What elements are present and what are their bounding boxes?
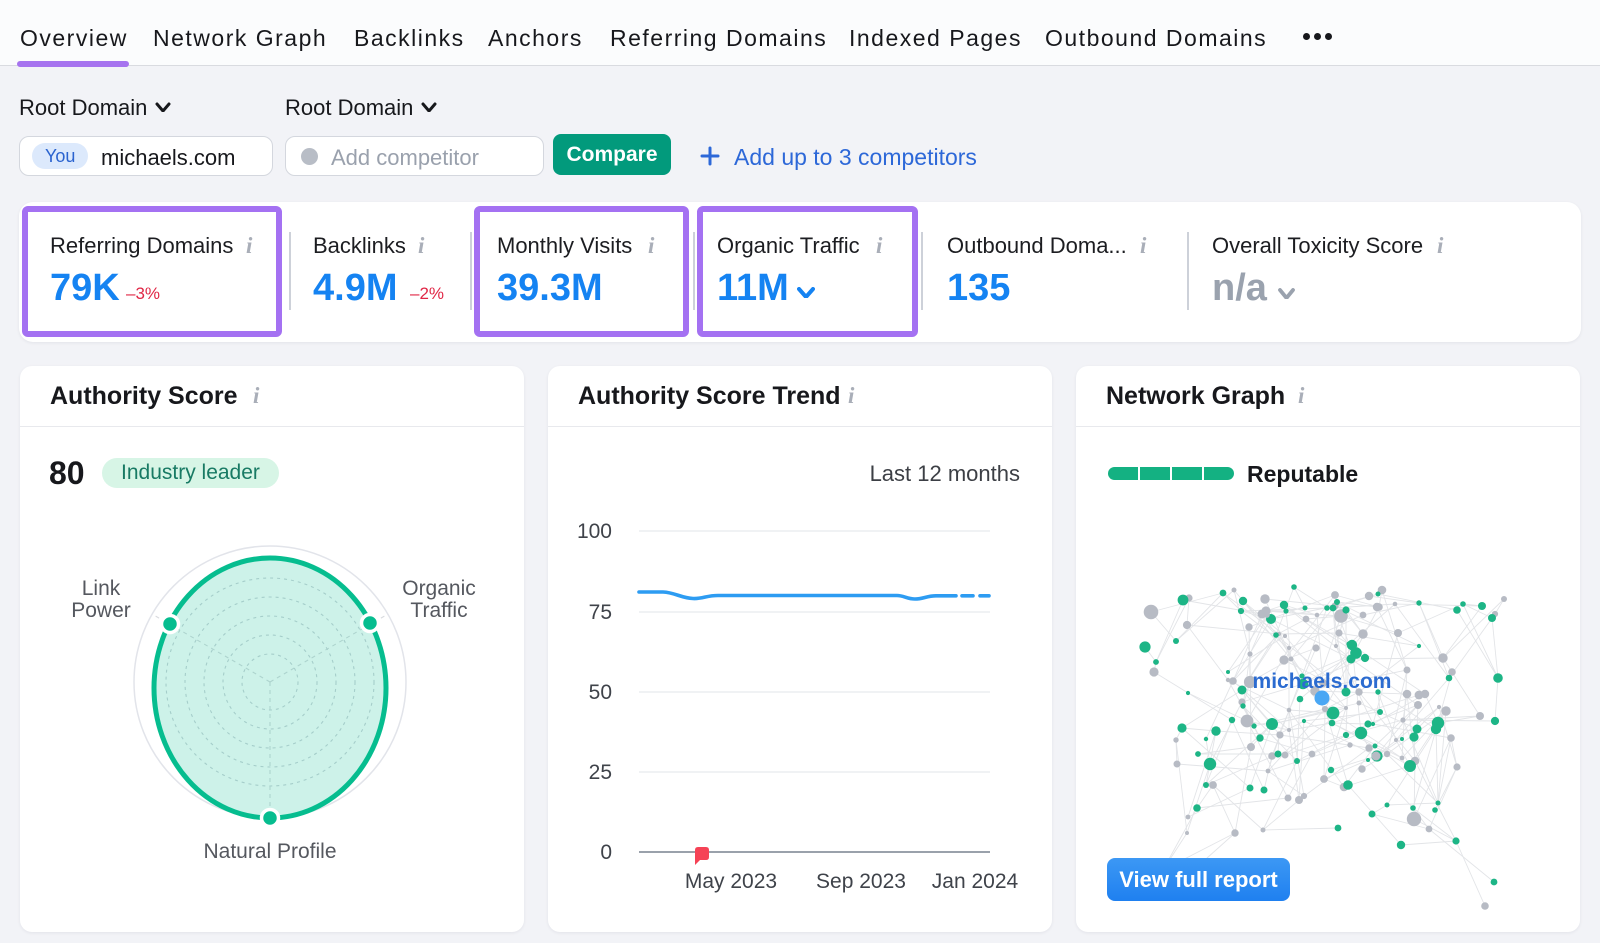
svg-text:50: 50 (589, 681, 612, 704)
svg-text:Sep 2023: Sep 2023 (816, 870, 906, 893)
svg-text:michaels.com: michaels.com (1253, 670, 1392, 693)
svg-text:Natural Profile: Natural Profile (203, 840, 336, 863)
svg-text:Traffic: Traffic (410, 599, 467, 622)
svg-text:Last 12 months: Last 12 months (870, 461, 1020, 486)
svg-text:Organic: Organic (402, 577, 476, 600)
svg-text:Link: Link (82, 577, 121, 600)
svg-text:May 2023: May 2023 (685, 870, 777, 893)
svg-text:Jan 2024: Jan 2024 (932, 870, 1019, 893)
svg-text:100: 100 (577, 520, 612, 543)
svg-text:0: 0 (600, 841, 612, 864)
svg-text:Power: Power (71, 599, 131, 622)
svg-text:75: 75 (589, 601, 612, 624)
svg-text:25: 25 (589, 761, 612, 784)
